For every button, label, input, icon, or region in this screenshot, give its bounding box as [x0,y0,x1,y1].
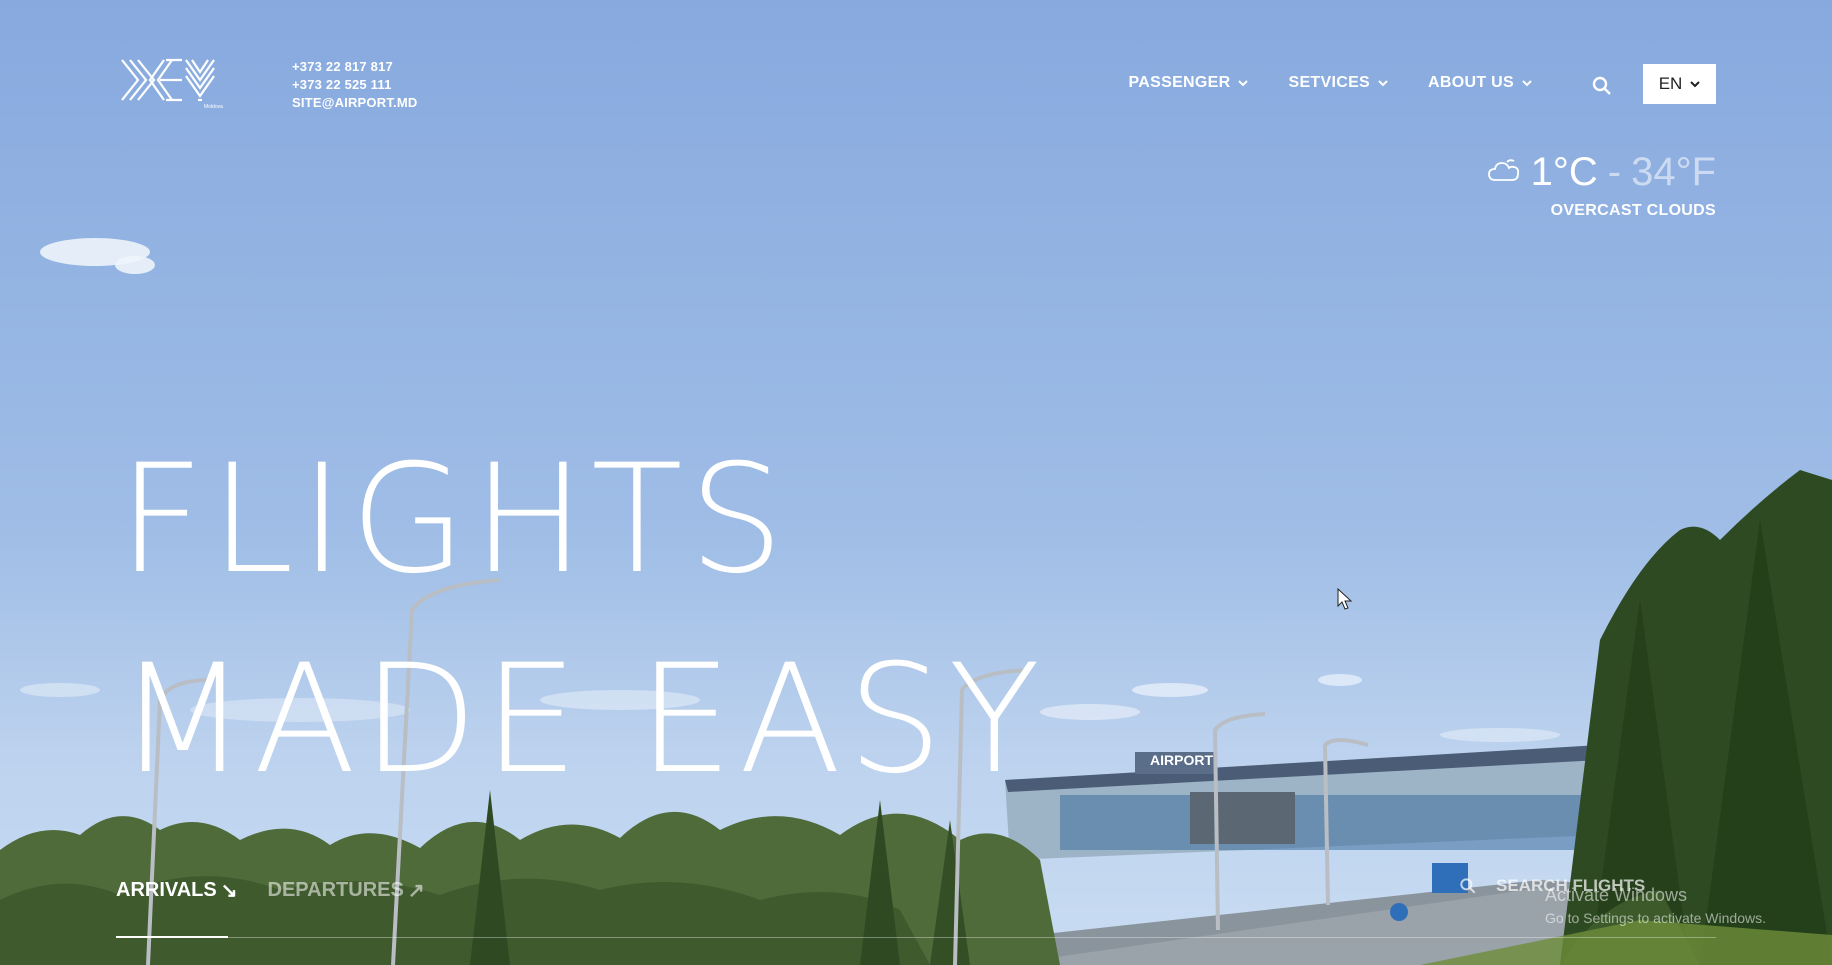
tab-arrivals[interactable]: ARRIVALS ↘ [116,878,238,903]
email-link[interactable]: SITE@AIRPORT.MD [292,94,417,112]
weather-widget: 1°C - 34°F OVERCAST CLOUDS [1487,150,1716,220]
tab-departures-label: DEPARTURES [267,879,404,901]
tab-arrivals-label: ARRIVALS [116,879,217,901]
tabs-divider [116,937,1716,938]
hero-line-1: FLIGHTS [118,433,790,607]
temperature-separator: - [1607,150,1622,194]
nav-services[interactable]: SETVICES [1288,74,1388,92]
temperature-fahrenheit: 34°F [1631,150,1716,194]
watermark-title: Activate Windows [1545,885,1688,905]
nav-about-us-label: ABOUT US [1428,74,1514,91]
flight-tabs: ARRIVALS ↘ DEPARTURES ↗ [116,878,425,903]
phone-number-1[interactable]: +373 22 817 817 [292,58,417,76]
airport-logo[interactable]: Moldova [120,56,240,112]
main-nav: PASSENGER SETVICES ABOUT US [1129,74,1533,92]
arrow-down-right-icon: ↘ [220,880,238,902]
svg-text:Moldova: Moldova [204,104,223,110]
search-icon [1460,878,1476,894]
weather-temperature: 1°C - 34°F [1487,150,1716,194]
arrow-up-right-icon: ↗ [407,880,425,902]
nav-services-label: SETVICES [1288,74,1371,91]
temperature-celsius: 1°C [1530,150,1598,194]
nav-about-us[interactable]: ABOUT US [1428,74,1532,92]
windows-activation-watermark: Activate Windows Go to Settings to activ… [1545,885,1766,926]
chevron-down-icon [1378,80,1388,87]
watermark-subtitle: Go to Settings to activate Windows. [1545,910,1766,926]
hero-line-2: MADE EASY [118,633,1047,807]
chevron-down-icon [1238,80,1249,87]
tab-departures[interactable]: DEPARTURES ↗ [268,878,425,903]
search-icon[interactable] [1590,74,1614,98]
phone-number-2[interactable]: +373 22 525 111 [292,76,417,94]
hero-heading: FLIGHTS MADE EASY [118,420,1046,820]
nav-passenger-label: PASSENGER [1128,74,1231,91]
mouse-cursor-icon [1337,588,1353,610]
chevron-down-icon [1690,81,1701,88]
weather-condition: OVERCAST CLOUDS [1550,202,1716,219]
active-tab-indicator [116,936,228,938]
header-contacts: +373 22 817 817 +373 22 525 111 SITE@AIR… [292,58,417,112]
cloud-icon [1487,159,1519,181]
language-value: EN [1658,74,1683,93]
nav-passenger[interactable]: PASSENGER [1129,74,1249,92]
chevron-down-icon [1522,80,1532,87]
terminal-sign: AIRPORT [1150,752,1213,768]
language-select[interactable]: EN [1643,64,1716,104]
